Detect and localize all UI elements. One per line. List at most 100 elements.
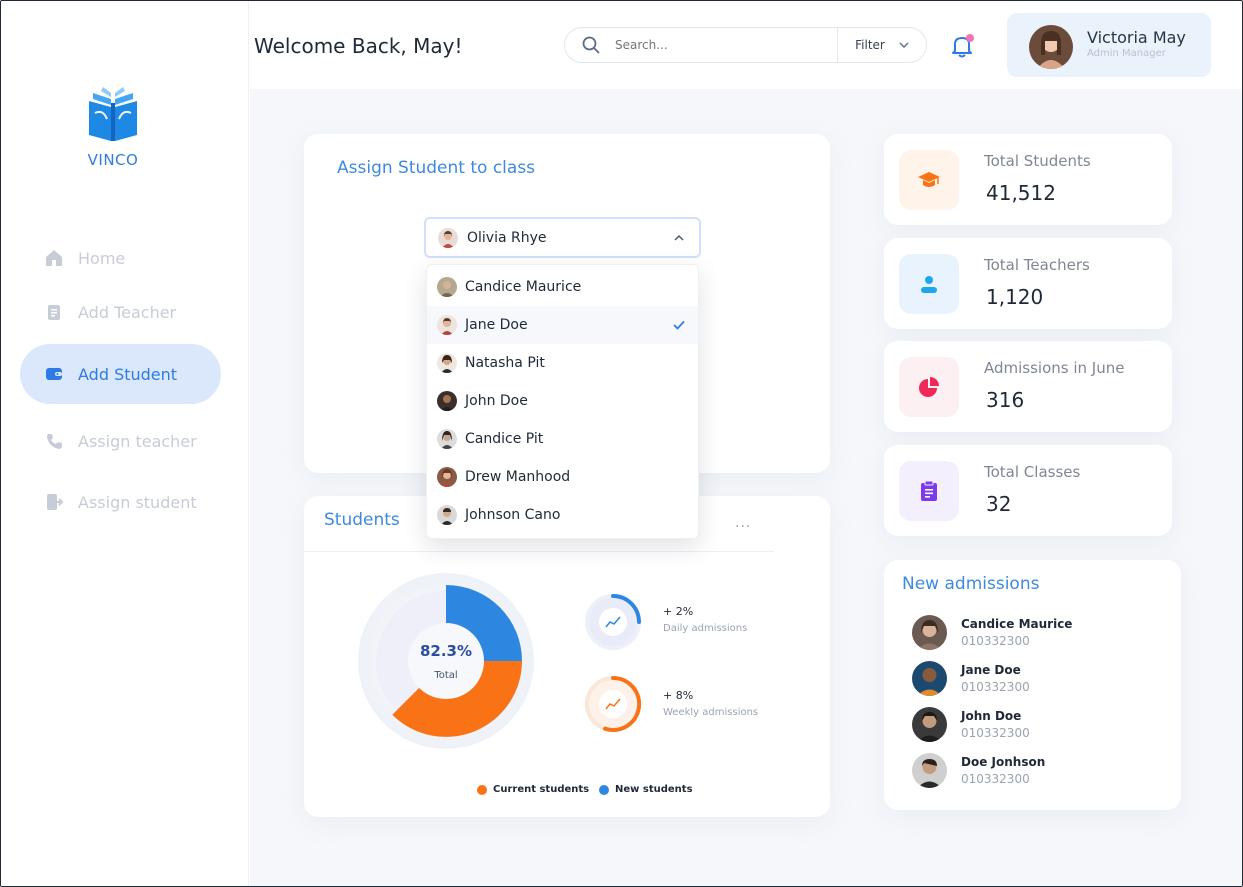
avatar xyxy=(437,353,457,373)
sidebar-item-label: Add Teacher xyxy=(78,302,177,322)
more-options-button[interactable]: ... xyxy=(735,515,751,531)
logo[interactable]: VINCO xyxy=(73,85,153,169)
user-icon xyxy=(899,254,959,314)
filter-label: Filter xyxy=(855,38,885,52)
profile-role: Admin Manager xyxy=(1087,48,1166,59)
legend-label: Current students xyxy=(493,784,590,795)
avatar xyxy=(438,227,458,248)
clipboard-list-icon xyxy=(899,461,959,521)
student-dropdown-menu: Candice Maurice Jane Doe Natasha Pit Joh… xyxy=(426,264,699,539)
option-label: Natasha Pit xyxy=(465,355,545,371)
user-profile[interactable]: Victoria May Admin Manager xyxy=(1007,13,1211,77)
student-select[interactable]: Olivia Rhye xyxy=(424,217,701,258)
donut-inner xyxy=(408,623,484,699)
admission-list-item[interactable]: Candice Maurice 010332300 xyxy=(912,615,1152,651)
dropdown-option[interactable]: Natasha Pit xyxy=(427,344,698,382)
dropdown-option[interactable]: John Doe xyxy=(427,382,698,420)
weekly-admissions-value: + 8% xyxy=(663,689,694,702)
avatar xyxy=(437,467,457,487)
admission-name: Doe Jonhson xyxy=(961,755,1046,769)
daily-admissions-gauge xyxy=(583,592,643,652)
stat-value: 316 xyxy=(986,388,1025,412)
legend-label: New students xyxy=(615,784,693,795)
avatar xyxy=(437,429,457,449)
dropdown-option[interactable]: Drew Manhood xyxy=(427,458,698,496)
stat-title: Total Teachers xyxy=(984,256,1090,274)
admission-list-item[interactable]: Doe Jonhson 010332300 xyxy=(912,753,1152,789)
avatar xyxy=(437,505,457,525)
notification-badge xyxy=(966,34,974,42)
option-label: Jane Doe xyxy=(465,317,528,333)
option-label: Candice Pit xyxy=(465,431,544,447)
search-input[interactable] xyxy=(615,38,837,52)
pie-chart-icon xyxy=(899,357,959,417)
avatar xyxy=(912,661,947,696)
book-logo-icon xyxy=(89,87,137,141)
app-window: VINCO Home Add Teacher Add Student Assig… xyxy=(0,0,1243,887)
weekly-admissions-gauge xyxy=(583,674,643,734)
option-label: Johnson Cano xyxy=(465,507,561,523)
admission-list-item[interactable]: Jane Doe 010332300 xyxy=(912,661,1152,697)
sidebar: VINCO Home Add Teacher Add Student Assig… xyxy=(1,1,249,886)
new-admissions-title: New admissions xyxy=(902,574,1040,594)
assign-card-title: Assign Student to class xyxy=(337,158,536,178)
admission-name: Candice Maurice xyxy=(961,617,1073,631)
sidebar-item-add-student[interactable]: Add Student xyxy=(20,344,221,404)
option-label: Drew Manhood xyxy=(465,469,571,485)
students-donut-chart xyxy=(358,571,538,751)
stat-title: Total Students xyxy=(984,152,1091,170)
stat-card-total-students[interactable]: Total Students 41,512 xyxy=(884,134,1172,225)
avatar xyxy=(1029,25,1073,69)
stat-card-total-classes[interactable]: Total Classes 32 xyxy=(884,445,1172,536)
avatar xyxy=(912,615,947,650)
chevron-down-icon xyxy=(899,42,909,48)
wallet-icon xyxy=(44,364,64,384)
home-icon xyxy=(44,248,64,268)
sidebar-item-label: Add Student xyxy=(78,364,178,384)
sidebar-item-home[interactable]: Home xyxy=(20,228,221,288)
phone-icon xyxy=(44,431,64,451)
login-icon xyxy=(44,492,64,512)
admission-id: 010332300 xyxy=(961,726,1030,740)
donut-total-label: Total xyxy=(434,670,458,681)
sidebar-item-label: Home xyxy=(78,248,126,268)
search-icon xyxy=(581,35,601,55)
stat-card-total-teachers[interactable]: Total Teachers 1,120 xyxy=(884,238,1172,329)
avatar xyxy=(912,707,947,742)
notification-button[interactable] xyxy=(949,33,975,59)
sidebar-item-assign-teacher[interactable]: Assign teacher xyxy=(20,411,221,471)
legend-new-students: New students xyxy=(599,784,693,795)
stat-value: 1,120 xyxy=(986,285,1044,309)
legend-dot xyxy=(477,784,487,795)
students-card-title: Students xyxy=(324,510,400,530)
daily-admissions-value: + 2% xyxy=(663,605,694,618)
page-title: Welcome Back, May! xyxy=(254,34,463,58)
admission-id: 010332300 xyxy=(961,634,1030,648)
dropdown-option[interactable]: Jane Doe xyxy=(427,306,698,344)
admission-list-item[interactable]: John Doe 010332300 xyxy=(912,707,1152,743)
admission-id: 010332300 xyxy=(961,680,1030,694)
avatar xyxy=(437,277,457,297)
stat-value: 32 xyxy=(986,492,1012,516)
stat-title: Total Classes xyxy=(984,463,1081,481)
weekly-admissions-label: Weekly admissions xyxy=(663,707,759,718)
dropdown-option[interactable]: Candice Maurice xyxy=(427,268,698,306)
admission-name: John Doe xyxy=(961,709,1022,723)
option-label: Candice Maurice xyxy=(465,279,582,295)
filter-dropdown[interactable]: Filter xyxy=(837,28,926,62)
avatar xyxy=(437,391,457,411)
stat-title: Admissions in June xyxy=(984,359,1125,377)
chevron-up-icon xyxy=(674,234,684,240)
dropdown-option[interactable]: Candice Pit xyxy=(427,420,698,458)
daily-admissions-label: Daily admissions xyxy=(663,623,748,634)
search-bar[interactable]: Filter xyxy=(564,27,927,63)
sidebar-item-assign-student[interactable]: Assign student xyxy=(20,472,221,532)
admission-name: Jane Doe xyxy=(961,663,1021,677)
logo-text: VINCO xyxy=(87,151,139,169)
dropdown-option[interactable]: Johnson Cano xyxy=(427,496,698,534)
clipboard-icon xyxy=(44,302,64,322)
stat-value: 41,512 xyxy=(986,181,1056,205)
sidebar-item-add-teacher[interactable]: Add Teacher xyxy=(20,282,221,342)
option-label: John Doe xyxy=(465,393,528,409)
stat-card-admissions-june[interactable]: Admissions in June 316 xyxy=(884,341,1172,432)
